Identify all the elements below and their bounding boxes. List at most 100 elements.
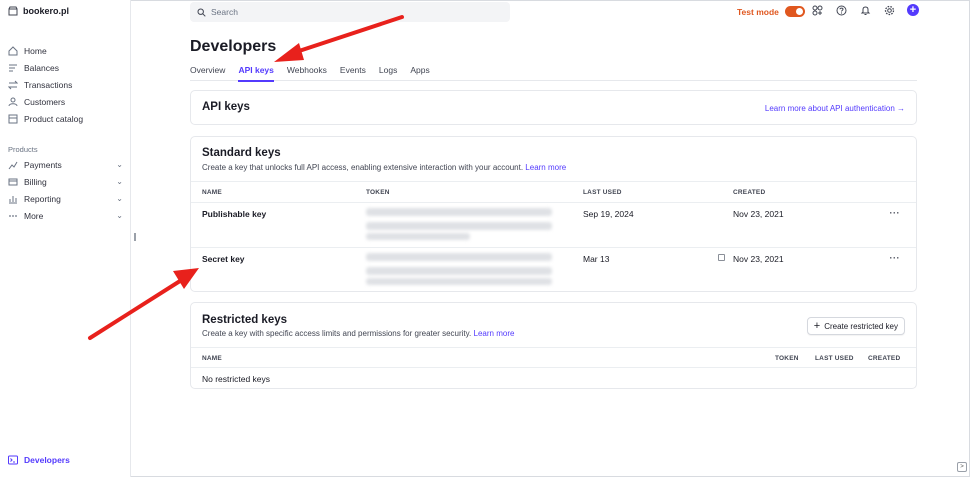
gear-icon[interactable]: [883, 4, 895, 16]
sidebar-item-label: Payments: [24, 159, 62, 170]
divider: [191, 202, 916, 203]
info-icon[interactable]: [718, 254, 725, 261]
terminal-icon: [8, 455, 18, 465]
row-menu-button[interactable]: ···: [890, 253, 901, 263]
transactions-icon: [8, 80, 18, 90]
sidebar-item-transactions[interactable]: Transactions: [8, 76, 123, 93]
token-redacted: [366, 278, 552, 285]
tab-overview[interactable]: Overview: [190, 63, 225, 81]
main-nav: Home Balances Transactions Customers Pro…: [8, 42, 123, 127]
products-nav: Payments ⌄ Billing ⌄ Reporting ⌄ More ⌄: [8, 156, 123, 224]
account-switcher[interactable]: bookero.pl: [8, 6, 69, 16]
tab-api-keys[interactable]: API keys: [238, 63, 275, 82]
tab-events[interactable]: Events: [340, 63, 366, 81]
chevron-down-icon: ⌄: [116, 211, 123, 220]
customers-icon: [8, 97, 18, 107]
standard-keys-description: Create a key that unlocks full API acces…: [202, 163, 524, 172]
last-used-secret: Mar 13: [583, 254, 610, 264]
column-header-token: TOKEN: [366, 189, 390, 196]
search-input[interactable]: Search: [190, 2, 510, 22]
test-mode-switch[interactable]: Test mode: [737, 6, 805, 17]
sidebar-resize-handle[interactable]: [134, 233, 136, 241]
column-header-name: NAME: [202, 355, 222, 362]
column-header-last-used: LAST USED: [815, 355, 854, 362]
key-name-publishable: Publishable key: [202, 209, 267, 219]
standard-keys-title: Standard keys: [202, 147, 281, 159]
page-title: Developers: [190, 38, 277, 55]
search-placeholder: Search: [211, 7, 238, 17]
terminal-toggle-icon[interactable]: >: [957, 462, 967, 472]
bell-icon[interactable]: [859, 4, 871, 16]
token-redacted: [366, 233, 470, 240]
divider: [191, 367, 916, 368]
chevron-down-icon: ⌄: [116, 177, 123, 186]
sidebar-item-product-catalog[interactable]: Product catalog: [8, 110, 123, 127]
test-mode-toggle[interactable]: [784, 6, 805, 17]
empty-state-text: No restricted keys: [202, 374, 271, 384]
sidebar-item-label: More: [24, 210, 44, 221]
help-icon[interactable]: [835, 4, 847, 16]
sidebar-item-developers[interactable]: Developers: [8, 455, 70, 465]
search-icon: [197, 8, 206, 17]
sidebar-item-label: Reporting: [24, 193, 61, 204]
learn-more-api-auth-link[interactable]: Learn more about API authentication →: [765, 104, 905, 113]
created-publishable: Nov 23, 2021: [733, 209, 784, 219]
sidebar-item-label: Transactions: [24, 79, 73, 90]
token-redacted: [366, 253, 552, 261]
sidebar-item-home[interactable]: Home: [8, 42, 123, 59]
column-header-token: TOKEN: [775, 355, 799, 362]
token-redacted: [366, 267, 552, 275]
created-secret: Nov 23, 2021: [733, 254, 784, 264]
chevron-down-icon: ⌄: [116, 160, 123, 169]
more-icon: [8, 211, 18, 221]
restricted-keys-learn-more-link[interactable]: Learn more: [474, 329, 515, 338]
tab-webhooks[interactable]: Webhooks: [287, 63, 327, 81]
restricted-keys-description: Create a key with specific access limits…: [202, 329, 472, 338]
divider: [191, 181, 916, 182]
home-icon: [8, 45, 18, 56]
api-keys-title: API keys: [202, 101, 250, 113]
plus-icon: +: [813, 319, 821, 332]
sidebar-item-more[interactable]: More ⌄: [8, 207, 123, 224]
sidebar: bookero.pl Home Balances Transactions Cu…: [0, 0, 131, 477]
row-menu-button[interactable]: ···: [890, 208, 901, 218]
token-redacted: [366, 208, 552, 216]
restricted-keys-card: Restricted keys Create a key with specif…: [190, 302, 917, 389]
sidebar-item-billing[interactable]: Billing ⌄: [8, 173, 123, 190]
store-icon: [8, 6, 18, 16]
tab-logs[interactable]: Logs: [379, 63, 397, 81]
sidebar-item-customers[interactable]: Customers: [8, 93, 123, 110]
sidebar-item-label: Balances: [24, 62, 59, 73]
standard-keys-subtitle: Create a key that unlocks full API acces…: [202, 163, 566, 172]
sidebar-item-label: Product catalog: [24, 113, 84, 124]
account-name: bookero.pl: [23, 6, 70, 16]
create-restricted-key-button[interactable]: + Create restricted key: [806, 317, 905, 335]
column-header-created: CREATED: [733, 189, 766, 196]
divider: [191, 347, 916, 348]
sidebar-item-balances[interactable]: Balances: [8, 59, 123, 76]
divider: [191, 247, 916, 248]
reporting-icon: [8, 194, 18, 204]
test-mode-label: Test mode: [737, 6, 779, 17]
product-catalog-icon: [8, 114, 18, 124]
standard-keys-learn-more-link[interactable]: Learn more: [525, 163, 566, 172]
top-icons: +: [811, 4, 919, 16]
apps-icon[interactable]: [811, 4, 823, 16]
column-header-last-used: LAST USED: [583, 189, 622, 196]
tab-apps[interactable]: Apps: [410, 63, 429, 81]
create-plus-button[interactable]: +: [907, 4, 919, 16]
tabs: Overview API keys Webhooks Events Logs A…: [190, 63, 917, 82]
sidebar-item-payments[interactable]: Payments ⌄: [8, 156, 123, 173]
products-section-label: Products: [8, 145, 38, 154]
column-header-created: CREATED: [868, 355, 901, 362]
restricted-keys-title: Restricted keys: [202, 314, 288, 326]
key-name-secret: Secret key: [202, 254, 245, 264]
restricted-keys-subtitle: Create a key with specific access limits…: [202, 329, 514, 338]
sidebar-item-reporting[interactable]: Reporting ⌄: [8, 190, 123, 207]
balances-icon: [8, 63, 18, 73]
create-restricted-key-label: Create restricted key: [824, 321, 898, 331]
sidebar-item-label: Home: [24, 45, 47, 56]
token-redacted: [366, 222, 552, 230]
last-used-publishable: Sep 19, 2024: [583, 209, 634, 219]
api-keys-card: API keys Learn more about API authentica…: [190, 90, 917, 125]
